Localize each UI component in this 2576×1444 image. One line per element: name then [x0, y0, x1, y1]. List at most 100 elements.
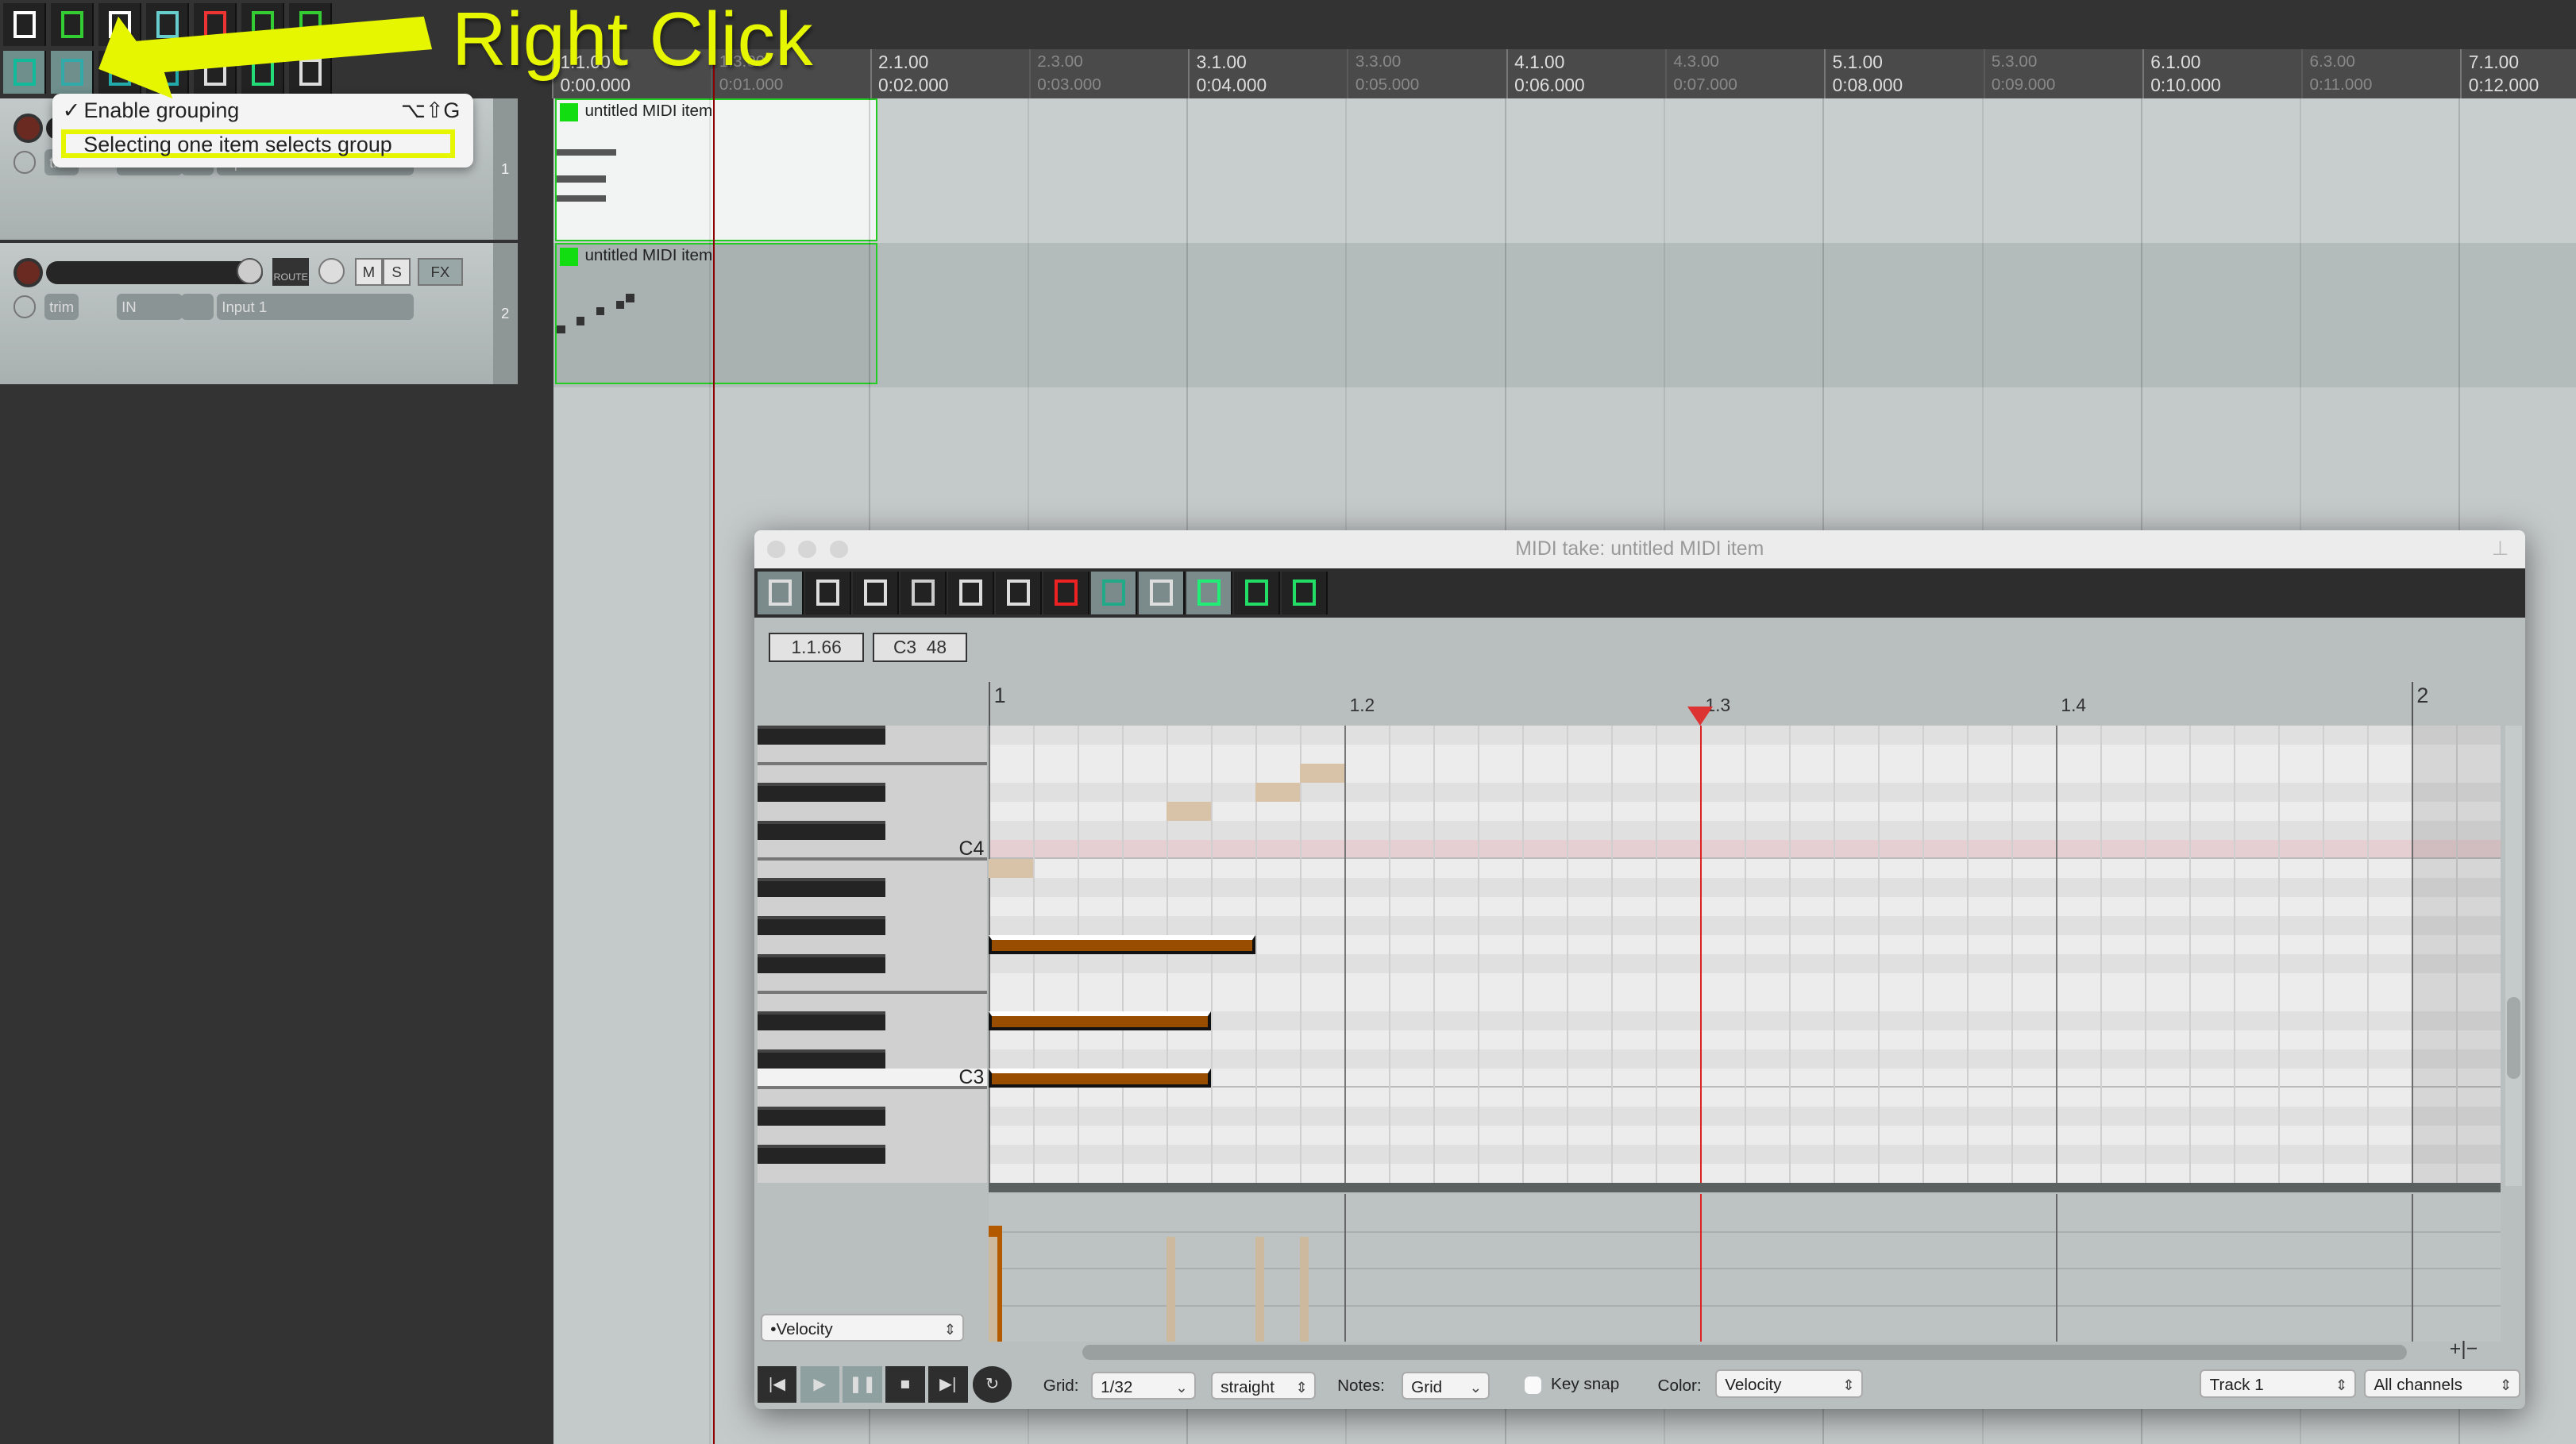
velocity-bar[interactable] — [1255, 1237, 1264, 1342]
color-select[interactable]: Velocity ⇕ — [1714, 1369, 1864, 1398]
zoom-button[interactable] — [829, 540, 848, 559]
ruler-mark[interactable]: 5.1.00 0:08.000 — [1833, 52, 1903, 95]
phase-icon[interactable] — [13, 295, 37, 319]
pin-icon[interactable]: ⊥ — [2492, 530, 2509, 568]
notation-view-button[interactable] — [900, 571, 947, 614]
midi-note[interactable] — [989, 1069, 1212, 1088]
velocity-bar[interactable] — [1300, 1237, 1309, 1342]
mute-button[interactable]: M — [354, 257, 383, 286]
channel-select[interactable]: All channels ⇕ — [2364, 1369, 2520, 1398]
black-key[interactable] — [757, 726, 886, 745]
ruler-mark[interactable]: 4.3.00 0:07.000 — [1673, 52, 1737, 95]
fx-button[interactable]: FX — [417, 257, 464, 286]
insert-button[interactable] — [1281, 571, 1328, 614]
swing-select[interactable]: straight ⇕ — [1210, 1371, 1317, 1400]
piano-roll-grid[interactable] — [989, 726, 2501, 1184]
track-select[interactable]: Track 1 ⇕ — [2200, 1369, 2356, 1398]
black-key[interactable] — [757, 783, 886, 803]
position-display[interactable]: 1.1.66 — [769, 632, 865, 662]
go-to-end-button[interactable]: ▶| — [927, 1366, 968, 1403]
velocity-lane[interactable] — [989, 1194, 2501, 1342]
piano-keyboard[interactable]: C4 C3 — [757, 726, 988, 1183]
ruler-mark[interactable]: 4.1.00 0:06.000 — [1514, 52, 1585, 95]
cc-lane-select[interactable]: •Velocity ⇕ — [760, 1314, 965, 1342]
midi-item-2[interactable]: untitled MIDI item — [555, 243, 877, 384]
quantize-button[interactable] — [1043, 571, 1089, 614]
black-key[interactable] — [757, 916, 886, 936]
lane-divider[interactable] — [989, 1182, 2501, 1192]
event-list-button[interactable] — [995, 571, 1042, 614]
white-key[interactable] — [758, 764, 988, 783]
ruler-mark[interactable]: 3.1.00 0:04.000 — [1197, 52, 1267, 95]
scrollbar-thumb[interactable] — [2507, 996, 2520, 1080]
minimize-button[interactable] — [798, 540, 817, 559]
input-select[interactable]: Input 1 — [217, 294, 415, 321]
ruler-mark[interactable]: 7.1.00 0:12.000 — [2469, 52, 2539, 95]
ruler-mark[interactable]: 5.3.00 0:09.000 — [1992, 52, 2055, 95]
white-key[interactable] — [758, 897, 988, 916]
color-map-button[interactable] — [947, 571, 994, 614]
midi-editor-titlebar[interactable]: MIDI take: untitled MIDI item ⊥ — [754, 530, 2525, 568]
go-to-start-button[interactable]: |◀ — [757, 1366, 797, 1403]
midi-note[interactable] — [989, 935, 1256, 955]
midi-note[interactable] — [989, 1011, 1212, 1031]
black-key[interactable] — [757, 954, 886, 974]
pause-button[interactable]: ❚❚ — [843, 1366, 882, 1403]
white-key[interactable] — [758, 1164, 988, 1183]
piano-roll-view-button[interactable] — [757, 571, 804, 614]
black-key[interactable] — [757, 1107, 886, 1126]
route-button[interactable]: ROUTE — [272, 257, 309, 286]
solo-button[interactable]: S — [383, 257, 411, 286]
white-key[interactable] — [758, 802, 988, 821]
step-input-button[interactable] — [1233, 571, 1280, 614]
ruler-mark[interactable]: 2.3.00 0:03.000 — [1037, 52, 1101, 95]
timeline-ruler[interactable]: 1.1.00 0:00.000 1.3.00 0:01.000 2.1.00 0:02.0… — [552, 49, 2576, 99]
loop-button[interactable]: ↻ — [972, 1366, 1012, 1403]
cc-selection-button[interactable] — [1090, 571, 1137, 614]
note-display[interactable]: C3 48 — [872, 632, 968, 662]
trim-button[interactable]: trim — [44, 294, 79, 321]
vertical-scrollbar[interactable] — [2505, 726, 2522, 1186]
track-header-2[interactable]: ROUTE M S FX trim IN Input 1 — [0, 243, 493, 388]
black-key[interactable] — [757, 878, 886, 898]
play-button[interactable]: ▶ — [800, 1366, 840, 1403]
record-mode-button[interactable] — [180, 294, 214, 321]
grid-select[interactable]: 1/32 ⌄ — [1090, 1371, 1197, 1400]
white-key[interactable] — [758, 745, 988, 764]
black-key[interactable] — [757, 821, 886, 841]
volume-fader[interactable] — [45, 260, 263, 284]
black-key[interactable] — [757, 1049, 886, 1069]
snap-button[interactable] — [1186, 571, 1232, 614]
zoom-controls[interactable]: +|− — [2450, 1338, 2478, 1361]
close-button[interactable] — [767, 540, 785, 559]
drum-view-button[interactable] — [852, 571, 899, 614]
black-key[interactable] — [757, 1011, 886, 1031]
midi-ruler[interactable]: 1 1.2 1.3 1.4 2 — [989, 681, 2500, 726]
ruler-mark[interactable]: 6.3.00 0:11.000 — [2309, 52, 2372, 95]
velocity-bar[interactable] — [989, 1237, 997, 1342]
volume-knob[interactable] — [236, 257, 263, 284]
record-arm-button[interactable] — [13, 257, 43, 288]
ruler-mark[interactable]: 6.1.00 0:10.000 — [2150, 52, 2221, 95]
white-key[interactable] — [758, 1088, 988, 1107]
white-key[interactable] — [758, 935, 988, 954]
white-key[interactable] — [758, 973, 988, 992]
white-key[interactable] — [758, 1030, 988, 1049]
white-key[interactable] — [758, 859, 988, 878]
key-snap-checkbox[interactable] — [1524, 1376, 1541, 1395]
horizontal-scrollbar[interactable] — [1082, 1345, 2407, 1361]
velocity-bar[interactable] — [1167, 1237, 1175, 1342]
white-key[interactable] — [758, 1126, 988, 1145]
black-key[interactable] — [757, 1145, 886, 1165]
ruler-mark[interactable]: 2.1.00 0:02.000 — [878, 52, 949, 95]
grid-lines-button[interactable] — [1138, 571, 1185, 614]
white-key[interactable] — [757, 1069, 988, 1088]
named-notes-view-button[interactable] — [804, 571, 851, 614]
white-key[interactable] — [758, 840, 988, 859]
ruler-mark[interactable]: 3.3.00 0:05.000 — [1355, 52, 1419, 95]
notes-select[interactable]: Grid ⌄ — [1401, 1371, 1490, 1400]
playhead-marker[interactable] — [1687, 706, 1713, 726]
pan-knob[interactable] — [318, 257, 345, 284]
input-monitor-button[interactable]: IN — [116, 294, 183, 321]
white-key[interactable] — [758, 992, 988, 1011]
